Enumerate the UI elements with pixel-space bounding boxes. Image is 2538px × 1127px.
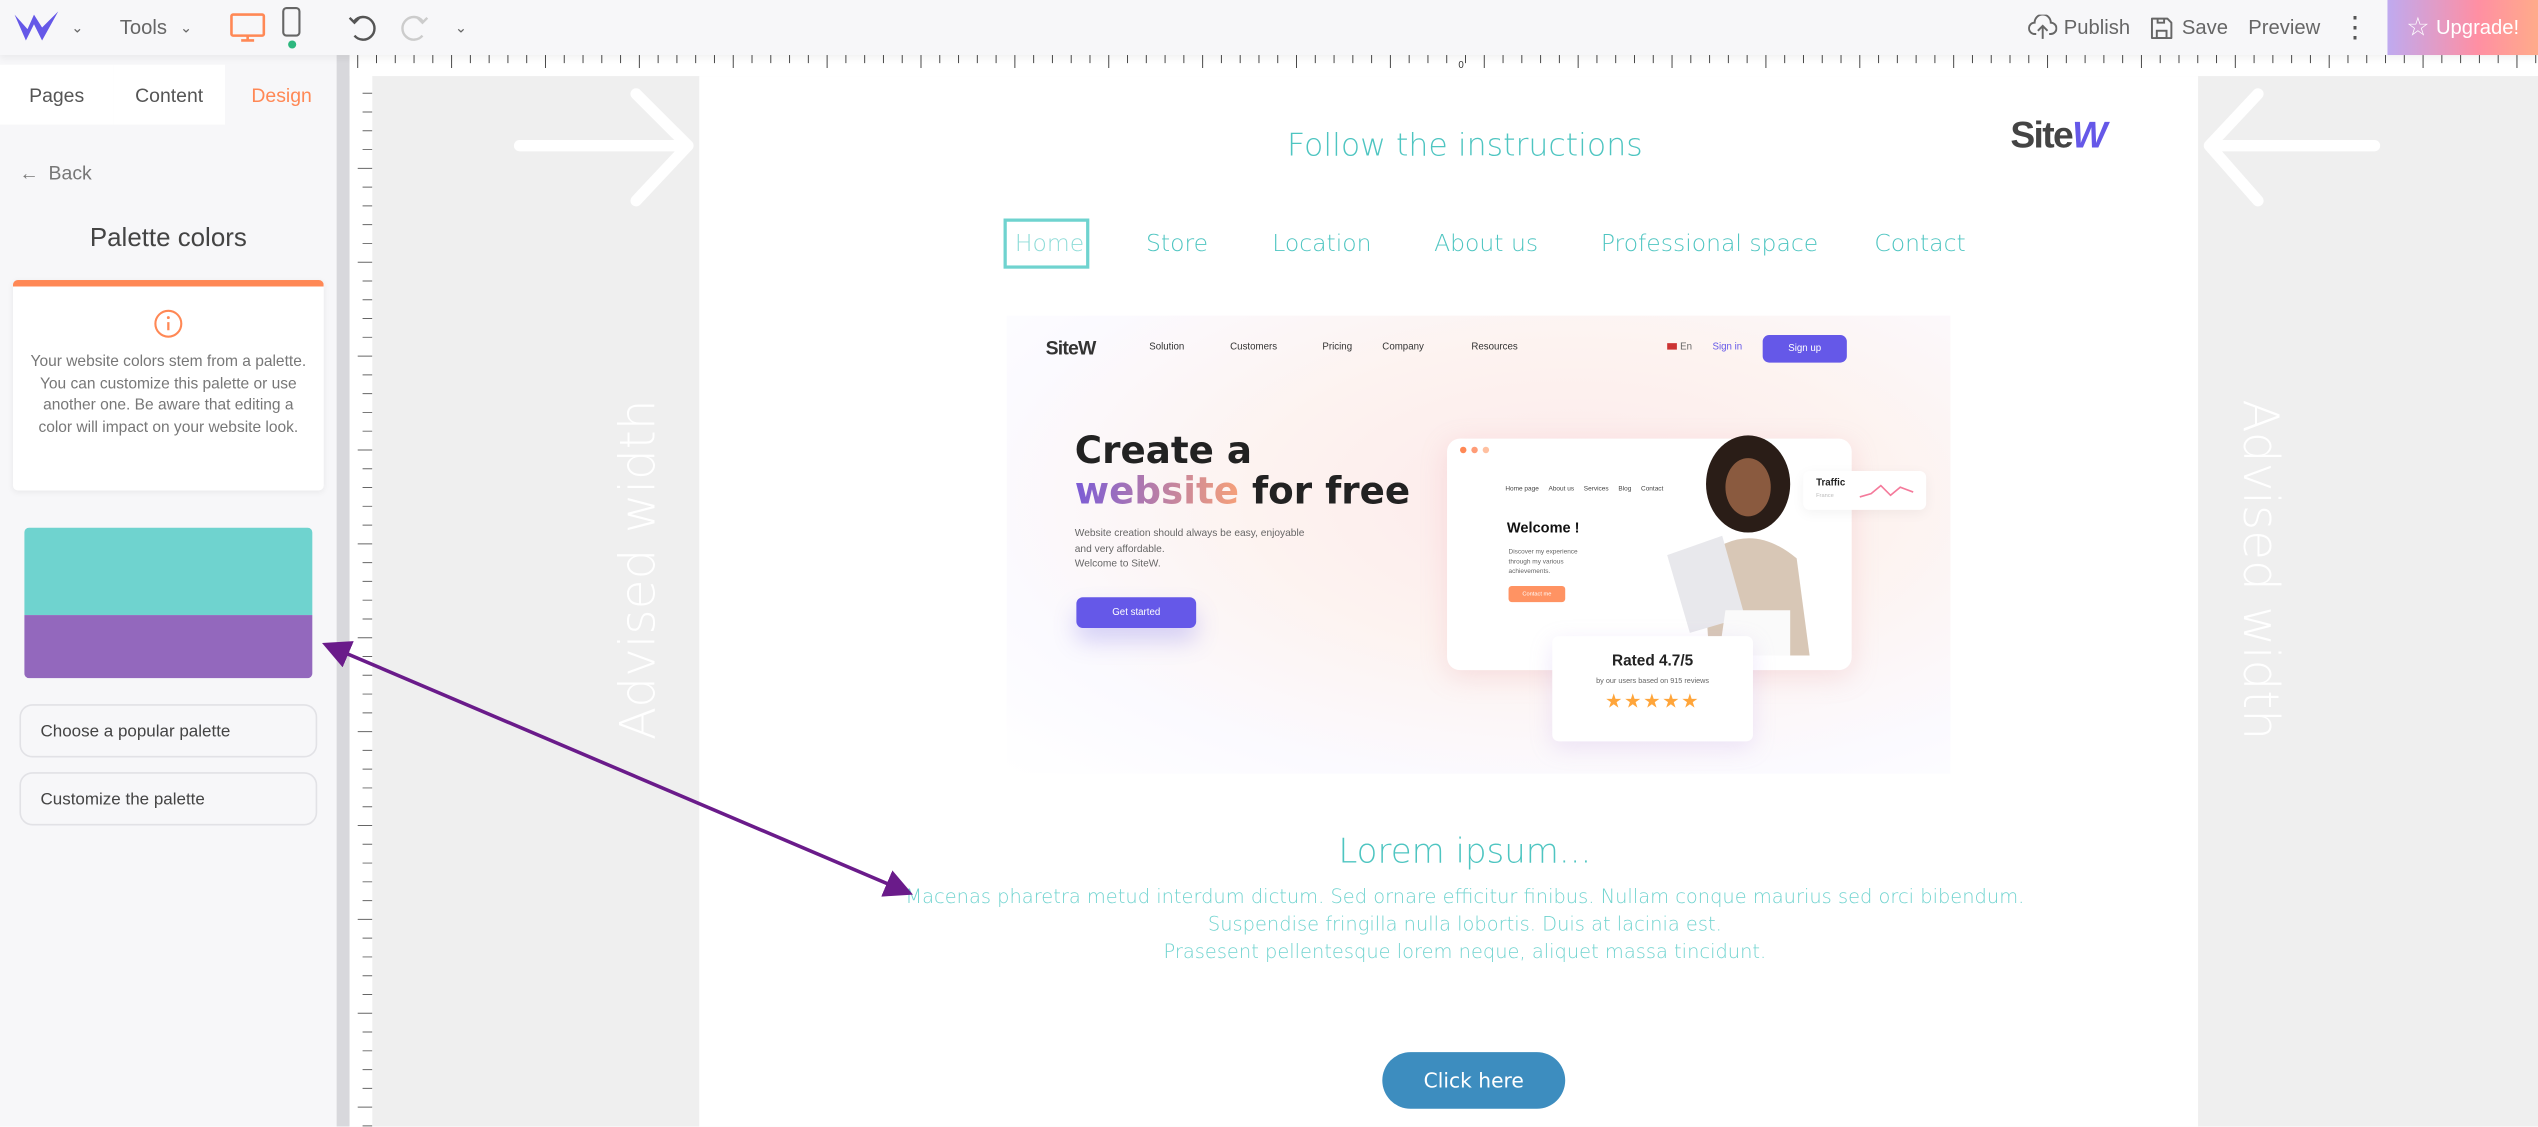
paragraph-line: Suspendise fringilla nulla lobortis. Dui… (1207, 912, 1722, 936)
chevron-down-icon: ⌄ (179, 18, 193, 35)
back-label: Back (48, 161, 92, 185)
hero-nav-item: Pricing (1322, 343, 1353, 353)
section-paragraph[interactable]: Macenas pharetra metud interdum dictum. … (699, 884, 2230, 967)
undo-icon (348, 15, 376, 41)
choose-popular-palette-button[interactable]: Choose a popular palette (19, 704, 318, 758)
hero-nav-item: Customers (1230, 343, 1278, 353)
hero-logo: SiteW (1045, 336, 1097, 360)
info-card: Your website colors stem from a palette.… (12, 280, 324, 491)
chevron-down-icon: ⌄ (454, 18, 468, 35)
tab-label: Pages (29, 83, 85, 107)
save-label: Save (2181, 16, 2229, 39)
panel-title: Palette colors (89, 224, 247, 253)
sidebar-resize-handle[interactable] (336, 55, 350, 1127)
desktop-icon (230, 13, 266, 42)
hero-lang: En (1667, 343, 1692, 353)
arrow-right-icon (513, 88, 694, 207)
nav-item-professional-space[interactable]: Professional space (1601, 231, 1818, 257)
customize-palette-button[interactable]: Customize the palette (19, 772, 318, 826)
button-label: Click here (1423, 1068, 1524, 1093)
hero-cta: Get started (1076, 597, 1197, 629)
tab-label: Content (135, 83, 204, 107)
button-label: Choose a popular palette (40, 721, 231, 741)
hero-nav-item: Company (1382, 343, 1424, 353)
hero-nav-item: Resources (1471, 343, 1518, 353)
tab-pages[interactable]: Pages (0, 64, 114, 125)
hero-image[interactable]: SiteW Solution Customers Pricing Company… (1006, 315, 1951, 774)
mobile-icon (282, 7, 301, 37)
star-icon: ★ (1662, 689, 1682, 713)
section-title[interactable]: Lorem ipsum... (699, 832, 2230, 871)
save-icon (2150, 16, 2173, 39)
flag-icon (1667, 343, 1677, 350)
star-icon: ★ (1604, 689, 1625, 713)
tab-label: Design (251, 83, 312, 107)
upgrade-button[interactable]: ☆ Upgrade! (2387, 0, 2538, 56)
more-vertical-icon: ⋮ (2340, 10, 2370, 43)
star-icon: ★ (1624, 689, 1644, 713)
nav-item-store[interactable]: Store (1146, 231, 1208, 257)
back-link[interactable]: ← Back (19, 162, 91, 185)
more-menu-button[interactable]: ⋮ (2341, 0, 2370, 55)
desktop-view-button[interactable] (230, 0, 266, 55)
tab-content[interactable]: Content (113, 64, 225, 125)
page-heading[interactable]: Follow the instructions (699, 126, 2230, 163)
star-icon: ☆ (2406, 14, 2430, 43)
star-icon: ★ (1643, 689, 1663, 713)
hero-desc: Website creation should always be easy, … (1074, 527, 1305, 570)
nav-item-about-us[interactable]: About us (1434, 231, 1538, 257)
preview-button[interactable]: Preview (2248, 0, 2320, 55)
ruler-zero-label: 0 (1458, 61, 1464, 72)
traffic-card: Traffic France (1803, 471, 1927, 510)
redo-button[interactable] (398, 0, 430, 55)
paragraph-line: Macenas pharetra metud interdum dictum. … (905, 885, 2025, 909)
advised-width-label: Advised width (2231, 399, 2288, 741)
star-icon: ★ (1681, 689, 1701, 713)
site-logo[interactable]: SiteW (2010, 113, 2107, 157)
publish-label: Publish (2063, 16, 2131, 39)
hero-signin: Sign in (1712, 343, 1743, 353)
hero-headline: Create a website for free (1074, 430, 1411, 514)
star-rating: ★★★★★ (1552, 690, 1753, 713)
sitew-logo-icon (14, 11, 59, 41)
nav-item-location[interactable]: Location (1272, 231, 1371, 257)
publish-button[interactable]: Publish (2028, 0, 2130, 55)
redo-icon (401, 15, 429, 41)
rating-card: Rated 4.7/5 by our users based on 915 re… (1552, 636, 1753, 742)
nav-item-contact[interactable]: Contact (1874, 231, 1965, 257)
palette-color-2[interactable] (24, 615, 313, 679)
info-icon (154, 309, 183, 338)
hero-signup: Sign up (1762, 335, 1847, 363)
preview-label: Preview (2248, 16, 2321, 39)
advised-width-label: Advised width (611, 399, 668, 741)
tools-menu[interactable]: Tools ⌄ (120, 0, 192, 55)
tools-label: Tools (119, 16, 168, 39)
paragraph-line: Prasesent pellentesque lorem neque, aliq… (1163, 940, 1767, 964)
vertical-ruler (349, 55, 373, 1127)
hero-nav-item: Solution (1149, 343, 1185, 353)
logo-menu-button[interactable]: ⌄ (13, 0, 83, 55)
status-dot (287, 40, 296, 49)
horizontal-ruler (349, 55, 2538, 77)
button-label: Customize the palette (40, 789, 205, 809)
upgrade-label: Upgrade! (2435, 16, 2520, 39)
chevron-down-icon: ⌄ (71, 18, 84, 35)
palette-color-1[interactable] (24, 527, 313, 616)
click-here-button[interactable]: Click here (1382, 1052, 1566, 1109)
mobile-view-button[interactable] (282, 0, 301, 55)
save-button[interactable]: Save (2150, 0, 2229, 55)
palette-swatch[interactable] (24, 527, 313, 679)
sidebar: Pages Content Design ← Back Palette color… (0, 55, 337, 1127)
undo-button[interactable] (346, 0, 378, 55)
nav-item-home[interactable]: Home (1015, 231, 1084, 257)
top-toolbar: ⌄ Tools ⌄ ⌄ Publish Save Preview ⋮ ☆ Upgra… (0, 0, 2538, 56)
tab-design[interactable]: Design (226, 64, 337, 125)
history-dropdown[interactable]: ⌄ (455, 0, 467, 55)
arrow-left-icon: ← (19, 161, 39, 185)
cloud-upload-icon (2028, 14, 2058, 39)
info-text: Your website colors stem from a palette.… (30, 352, 307, 437)
